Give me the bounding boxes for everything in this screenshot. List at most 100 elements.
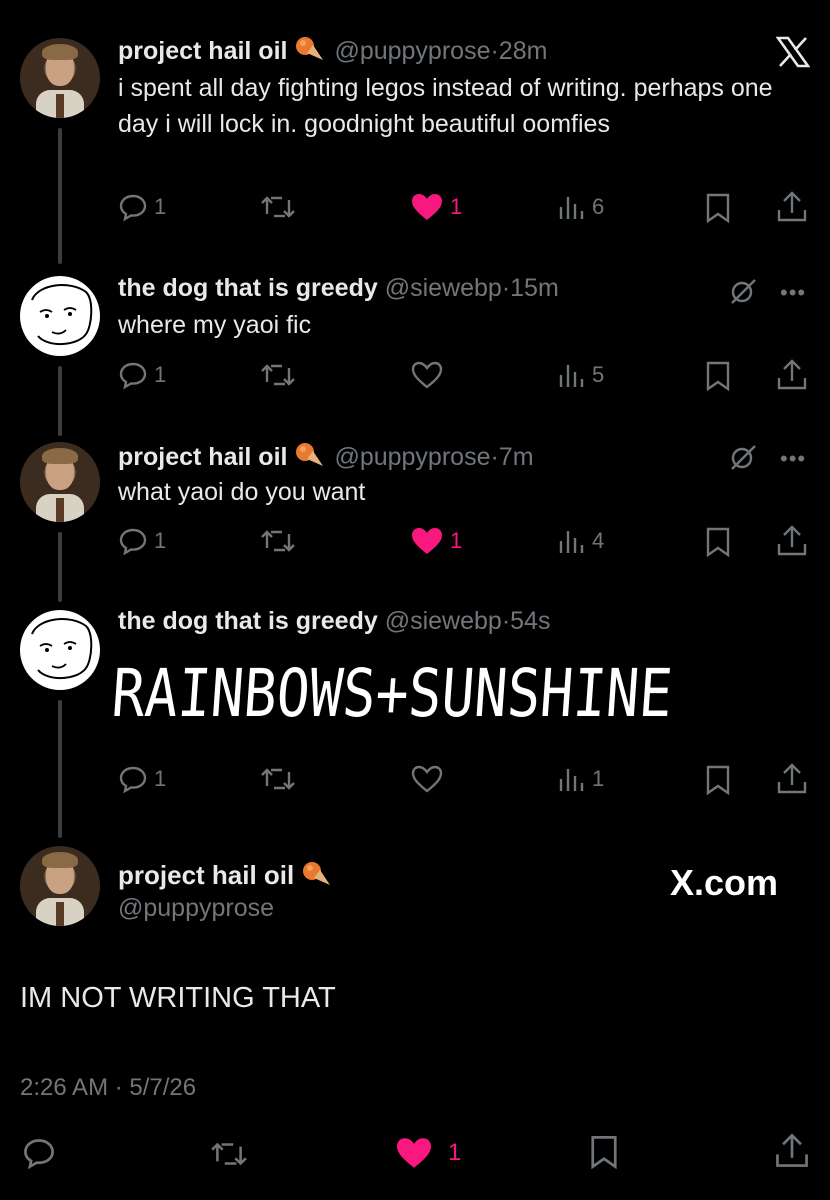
post-text: where my yaoi fic	[118, 311, 312, 339]
share-icon	[777, 191, 807, 222]
view-count: 4	[592, 528, 605, 553]
like-button[interactable]: 1	[394, 1136, 461, 1170]
views-icon	[559, 769, 584, 791]
display-name[interactable]: the dog that is greedy	[118, 274, 378, 302]
reply-button[interactable]: 1	[118, 360, 166, 390]
bookmark-icon	[591, 1136, 617, 1170]
handle[interactable]: @siewebp	[385, 607, 502, 635]
bookmark-icon	[706, 361, 730, 392]
avatar[interactable]	[20, 610, 100, 690]
x-logo-icon[interactable]	[776, 36, 810, 68]
thread-line	[58, 366, 62, 436]
reply-icon	[24, 1139, 54, 1170]
views-icon	[559, 197, 584, 219]
repost-icon	[211, 1142, 247, 1166]
post-text: i spent all day fighting legos instead o…	[118, 74, 773, 138]
post-header: project hail oil @puppyprose·7m	[118, 439, 534, 476]
repost-icon	[261, 768, 295, 790]
views-button[interactable]: 6	[558, 192, 604, 222]
bookmark-button[interactable]	[588, 1134, 620, 1170]
post-time[interactable]: 28m	[499, 37, 548, 65]
repost-icon	[261, 530, 295, 552]
share-button[interactable]	[774, 1132, 810, 1170]
oil-emoji-icon	[300, 858, 334, 895]
post-timestamp[interactable]: 2:26 AM · 5/7/26	[20, 1074, 196, 1102]
more-icon[interactable]: •••	[780, 280, 806, 306]
repost-button[interactable]	[260, 360, 296, 390]
avatar[interactable]	[20, 38, 100, 118]
reply-button[interactable]	[22, 1136, 56, 1170]
like-button[interactable]	[410, 764, 444, 794]
post-time[interactable]: 54s	[510, 607, 550, 635]
svg-text:RAINBOWS+SUNSHINE: RAINBOWS+SUNSHINE	[112, 655, 675, 732]
thread-line	[58, 700, 62, 838]
x-com-watermark: X.com	[670, 862, 779, 903]
repost-button[interactable]	[260, 764, 296, 794]
repost-button[interactable]	[210, 1138, 248, 1170]
reply-icon	[119, 766, 147, 794]
more-icon[interactable]: •••	[780, 446, 806, 472]
like-count: 1	[450, 194, 463, 219]
share-icon	[777, 359, 807, 390]
repost-icon	[261, 196, 295, 218]
bookmark-icon	[706, 527, 730, 558]
post-text: what yaoi do you want	[118, 478, 366, 506]
share-button[interactable]	[776, 524, 808, 558]
repost-button[interactable]	[260, 526, 296, 556]
bookmark-icon	[706, 765, 730, 796]
handle[interactable]: @puppyprose	[334, 443, 490, 471]
handle[interactable]: @puppyprose	[334, 37, 490, 65]
post-time[interactable]: 15m	[510, 274, 559, 302]
reply-button[interactable]: 1	[118, 526, 166, 556]
reply-button[interactable]: 1	[118, 192, 166, 222]
reply-count: 1	[154, 362, 167, 387]
views-button[interactable]: 4	[558, 526, 604, 556]
reply-count: 1	[154, 766, 167, 791]
share-icon	[777, 763, 807, 794]
display-name[interactable]: the dog that is greedy	[118, 607, 378, 635]
reply-button[interactable]: 1	[118, 764, 166, 794]
reply-count: 1	[154, 194, 167, 219]
view-count: 6	[592, 194, 605, 219]
like-button[interactable]	[410, 360, 444, 390]
like-count: 1	[450, 528, 463, 553]
share-icon	[776, 1133, 808, 1167]
bookmark-button[interactable]	[704, 360, 732, 392]
grok-icon[interactable]	[728, 276, 758, 306]
avatar[interactable]	[20, 846, 100, 926]
share-button[interactable]	[776, 190, 808, 224]
share-button[interactable]	[776, 358, 808, 392]
handwritten-text: RAINBOWS+SUNSHINE	[109, 655, 675, 732]
post-header: project hail oil @puppyprose·28m	[118, 33, 547, 70]
view-count: 5	[592, 362, 605, 387]
handle[interactable]: @puppyprose	[118, 894, 274, 923]
post-time[interactable]: 7m	[499, 443, 534, 471]
like-button[interactable]: 1	[410, 526, 462, 556]
bookmark-button[interactable]	[704, 526, 732, 558]
bookmark-button[interactable]	[704, 764, 732, 796]
share-icon	[777, 525, 807, 556]
like-count: 1	[448, 1139, 462, 1166]
grok-icon[interactable]	[728, 442, 758, 472]
repost-icon	[261, 364, 295, 386]
views-button[interactable]: 1	[558, 764, 604, 794]
heart-filled-icon	[412, 528, 442, 554]
avatar[interactable]	[20, 276, 100, 356]
views-button[interactable]: 5	[558, 360, 604, 390]
display-name[interactable]: project hail oil	[118, 443, 287, 471]
share-button[interactable]	[776, 762, 808, 796]
views-icon	[559, 365, 584, 387]
thread-line	[58, 128, 62, 264]
avatar[interactable]	[20, 442, 100, 522]
handwritten-overlay: RAINBOWS+SUNSHINE	[109, 638, 712, 748]
handle[interactable]: @siewebp	[385, 274, 502, 302]
heart-filled-icon	[397, 1138, 431, 1168]
display-name[interactable]: project hail oil	[118, 37, 287, 65]
display-name[interactable]: project hail oil	[118, 858, 334, 895]
repost-button[interactable]	[260, 192, 296, 222]
post-text: IM NOT WRITING THAT	[20, 982, 336, 1014]
like-button[interactable]: 1	[410, 192, 462, 222]
bookmark-icon	[706, 193, 730, 224]
bookmark-button[interactable]	[704, 192, 732, 224]
post-header: the dog that is greedy @siewebp·15m	[118, 274, 559, 302]
